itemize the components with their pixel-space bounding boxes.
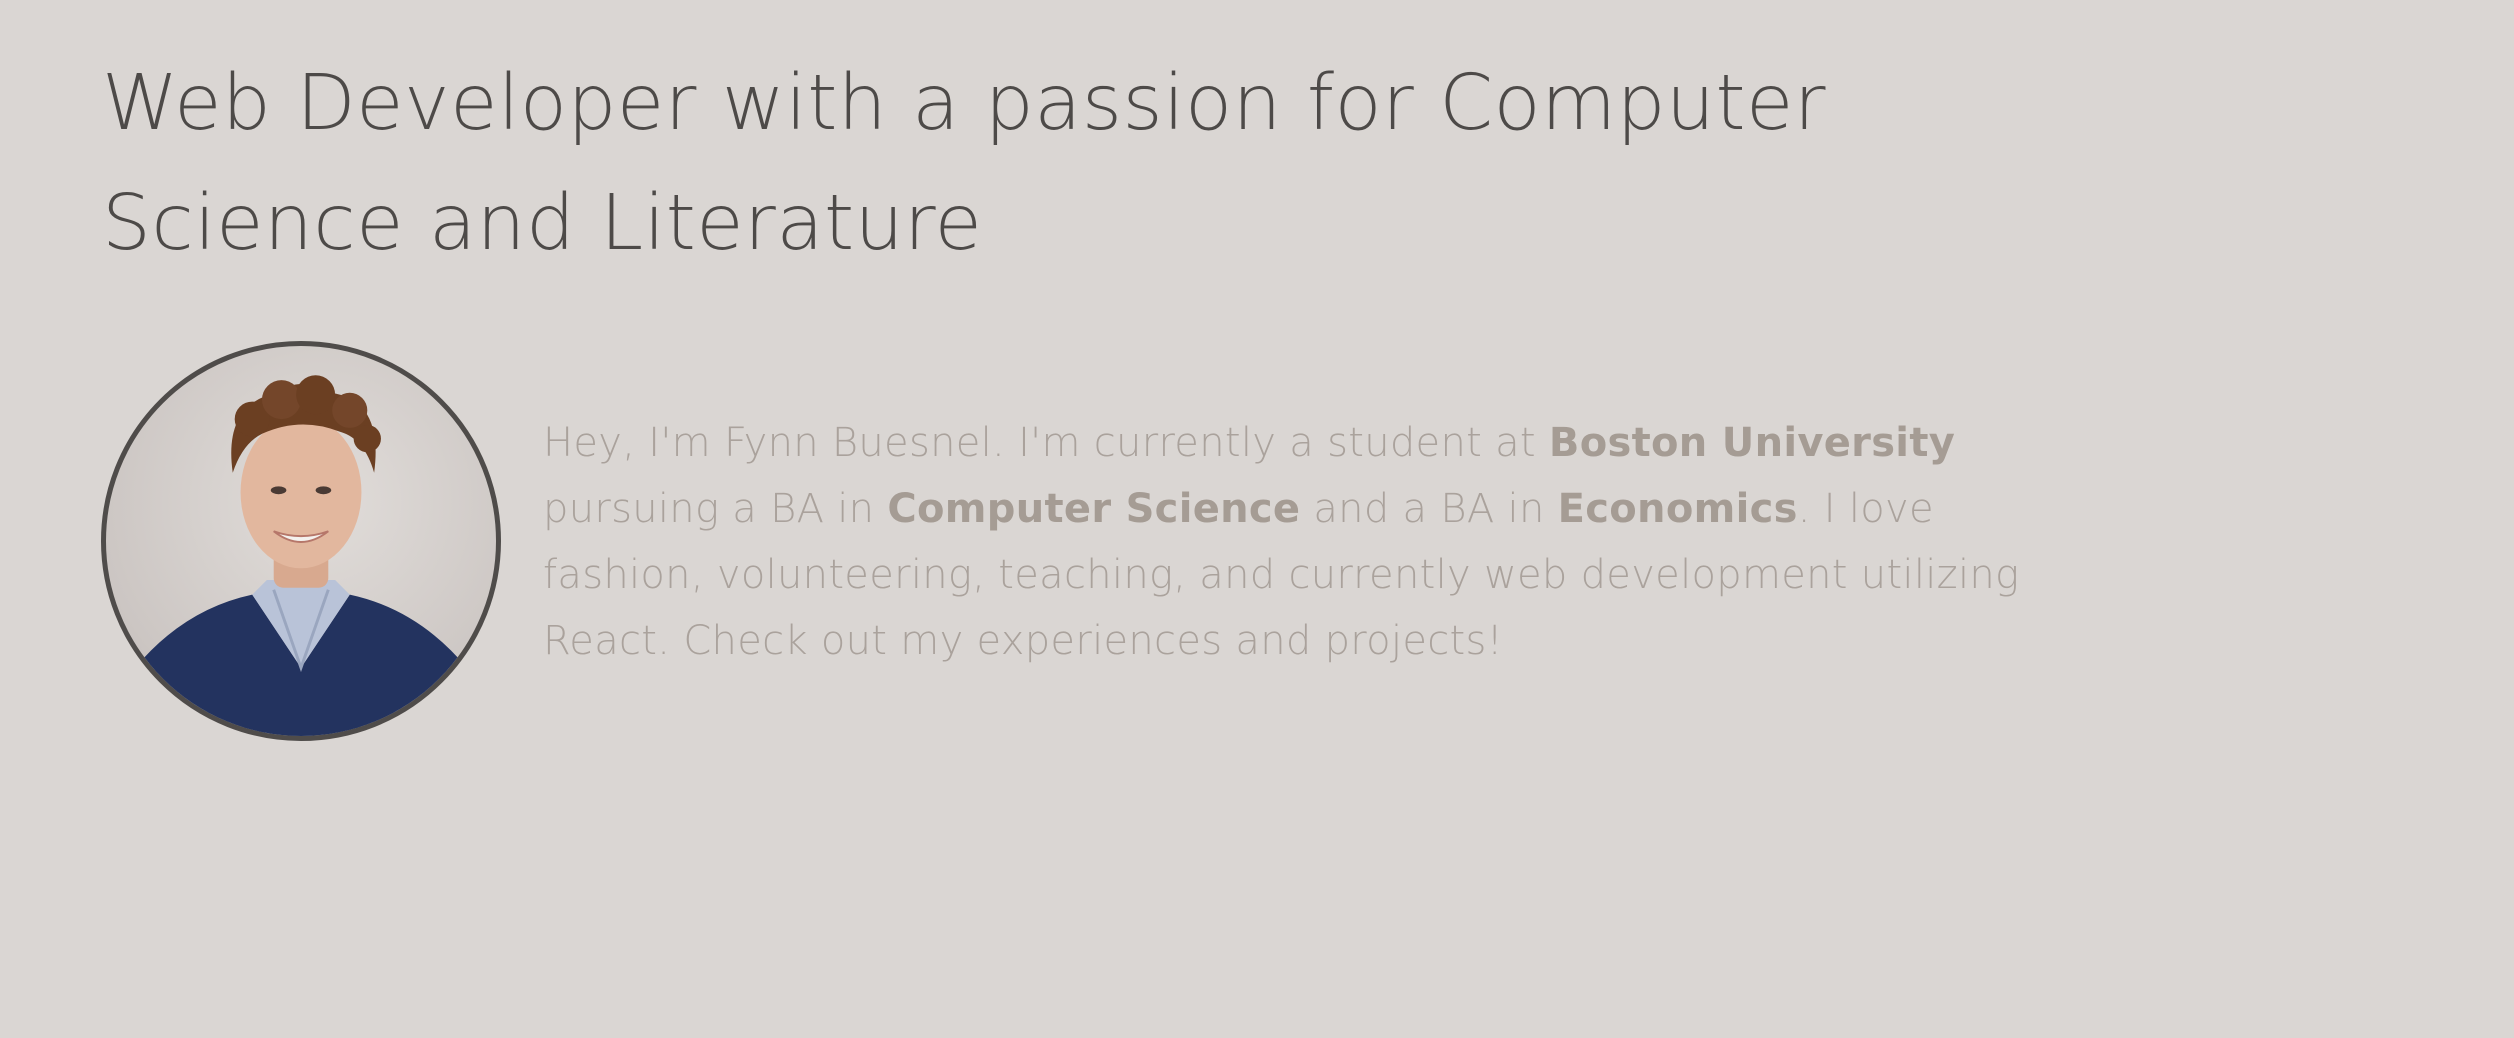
bio-line-1: Hey, I'm Fynn Buesnel. I'm currently a s… xyxy=(543,410,2163,476)
headline-line-2: Science and Literature xyxy=(102,179,983,268)
profile-photo-illustration xyxy=(106,375,496,736)
bio-line-4: React. Check out my experiences and proj… xyxy=(543,618,1503,664)
bio-major-economics: Economics xyxy=(1557,486,1798,532)
bio-intro-text: Hey, I'm Fynn Buesnel. I'm currently a s… xyxy=(543,420,1549,466)
headline-line-1: Web Developer with a passion for Compute… xyxy=(102,59,1827,148)
bio-line-2: pursuing a BA in Computer Science and a … xyxy=(543,476,2163,542)
bio-pursuing-text: pursuing a BA in xyxy=(543,486,888,532)
bio-love-text: . I love xyxy=(1797,486,1934,532)
bio-major-computer-science: Computer Science xyxy=(887,486,1301,532)
profile-photo xyxy=(101,341,501,741)
page-headline: Web Developer with a passion for Compute… xyxy=(102,44,2002,284)
bio-and-text: and a BA in xyxy=(1300,486,1558,532)
bio-school: Boston University xyxy=(1548,420,1956,466)
bio-paragraph: Hey, I'm Fynn Buesnel. I'm currently a s… xyxy=(543,410,2163,674)
bio-line-3: fashion, volunteering, teaching, and cur… xyxy=(543,552,2020,598)
